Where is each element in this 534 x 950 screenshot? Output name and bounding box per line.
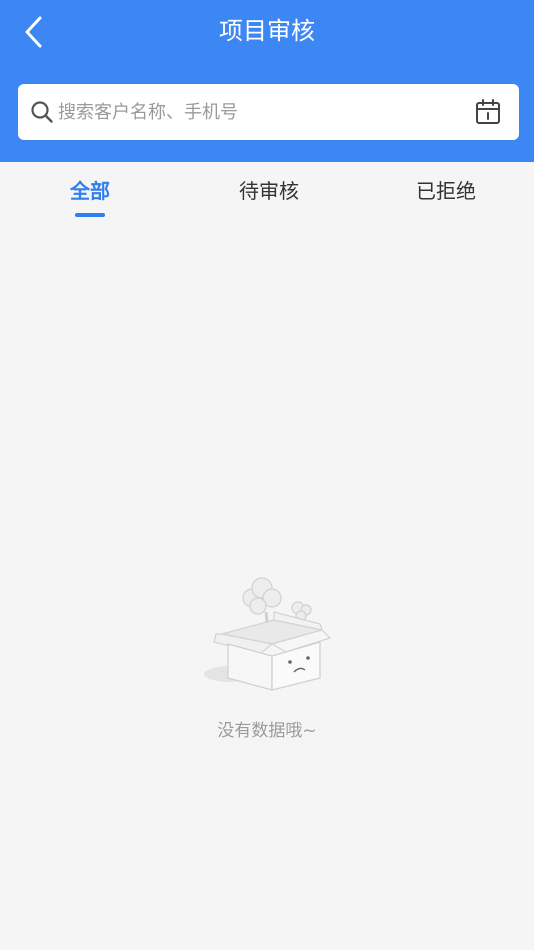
tab-all[interactable]: 全部: [0, 162, 180, 220]
empty-state-message: 没有数据哦~: [217, 721, 317, 741]
tab-rejected[interactable]: 已拒绝: [358, 162, 534, 220]
tab-label: 已拒绝: [416, 179, 476, 203]
tab-label: 全部: [70, 179, 110, 203]
app-header: 项目审核: [0, 0, 534, 162]
status-tabs: 全部 待审核 已拒绝: [0, 162, 534, 220]
tab-pending[interactable]: 待审核: [180, 162, 358, 220]
calendar-icon[interactable]: [474, 98, 502, 126]
page-title: 项目审核: [219, 17, 315, 45]
search-bar[interactable]: [18, 84, 519, 140]
active-tab-indicator: [75, 213, 105, 217]
search-icon: [31, 101, 53, 123]
empty-box-illustration: [204, 577, 332, 691]
search-input[interactable]: [58, 92, 458, 132]
tab-label: 待审核: [239, 179, 299, 203]
